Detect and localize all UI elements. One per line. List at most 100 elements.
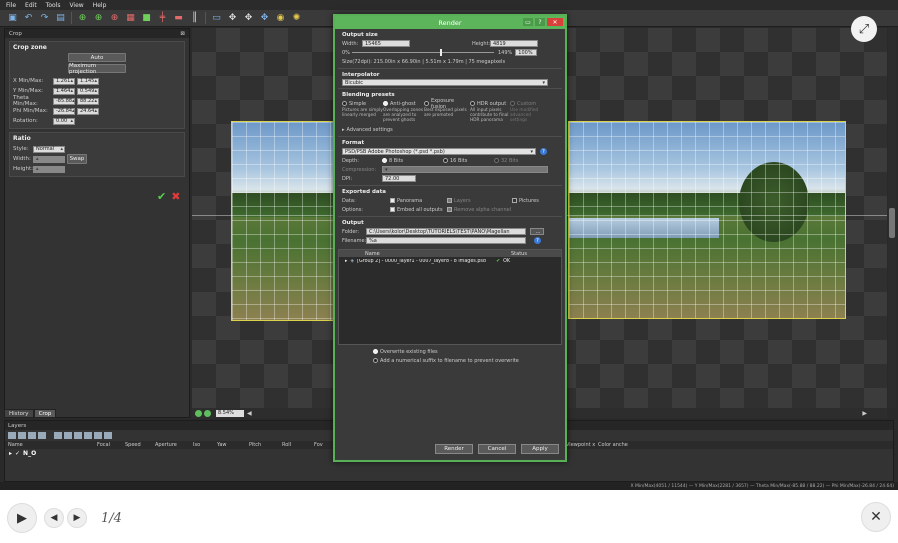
dpi-input[interactable]: 72.00 bbox=[382, 175, 416, 182]
expand-icon[interactable]: ⤢ bbox=[851, 16, 877, 42]
layer-tool-icon[interactable] bbox=[64, 432, 72, 439]
apply-button[interactable]: Apply bbox=[521, 444, 559, 454]
close-button[interactable]: ✕ bbox=[861, 502, 891, 532]
optimize-icon[interactable]: ⊕ bbox=[92, 12, 105, 24]
crop-icon[interactable]: ■ bbox=[140, 12, 153, 24]
col-output-name[interactable]: Name bbox=[365, 251, 511, 257]
interpolator-select[interactable]: Bicubic bbox=[342, 79, 548, 86]
swap-button[interactable]: Swap bbox=[67, 154, 87, 164]
filename-input[interactable]: %a bbox=[366, 237, 526, 244]
apply-check-icon[interactable]: ✔ bbox=[157, 190, 166, 203]
next-button[interactable]: ▶ bbox=[67, 508, 87, 528]
layers-checkbox[interactable] bbox=[447, 198, 452, 203]
scroll-thumb[interactable] bbox=[889, 208, 895, 238]
visible-check-icon[interactable]: ✓ bbox=[15, 450, 20, 457]
col-roll[interactable]: Roll bbox=[282, 442, 314, 448]
x-max-input[interactable]: 1.145 bbox=[77, 77, 99, 85]
advanced-settings-toggle[interactable]: ▸ Advanced settings bbox=[342, 125, 559, 134]
cancel-button[interactable]: Cancel bbox=[478, 444, 516, 454]
col-iso[interactable]: Iso bbox=[193, 442, 217, 448]
menu-view[interactable]: View bbox=[69, 2, 83, 9]
dialog-restore-icon[interactable]: ▭ bbox=[523, 18, 533, 26]
blend-option-custom[interactable]: Custom Use modified advanced settings bbox=[510, 99, 548, 123]
move-icon[interactable]: ✥ bbox=[226, 12, 239, 24]
expand-arrow-icon[interactable]: ▸ bbox=[9, 450, 12, 457]
vertical-lines-icon[interactable]: ▬ bbox=[172, 12, 185, 24]
scroll-right-icon[interactable]: ▶ bbox=[862, 410, 887, 417]
layer-tool-icon[interactable] bbox=[84, 432, 92, 439]
ratio-height-input[interactable] bbox=[33, 165, 65, 173]
layer-tool-icon[interactable] bbox=[54, 432, 62, 439]
link-points-icon[interactable]: ⊕ bbox=[108, 12, 121, 24]
panel-close-icon[interactable]: ⊠ bbox=[180, 31, 185, 37]
output-item[interactable]: ▸ ◈ [Group 2] - 0000_layer1 - 0007_layer… bbox=[339, 257, 561, 266]
zoom-icon[interactable] bbox=[204, 409, 211, 417]
dialog-close-icon[interactable]: ✕ bbox=[547, 18, 563, 26]
projection-icon[interactable]: ✥ bbox=[258, 12, 271, 24]
column-icon[interactable]: ║ bbox=[188, 12, 201, 24]
col-speed[interactable]: Speed bbox=[125, 442, 155, 448]
previous-button[interactable]: ◀ bbox=[44, 508, 64, 528]
mask-icon[interactable]: ▦ bbox=[124, 12, 137, 24]
theta-max-input[interactable]: 88.22 bbox=[77, 97, 99, 105]
play-button[interactable]: ▶ bbox=[7, 503, 37, 533]
viewer-icon[interactable]: ▭ bbox=[210, 12, 223, 24]
col-aperture[interactable]: Aperture bbox=[155, 442, 193, 448]
layer-tool-icon[interactable] bbox=[28, 432, 36, 439]
phi-max-input[interactable]: 24.64 bbox=[77, 107, 99, 115]
col-viewpoint[interactable]: Viewpoint x bbox=[566, 442, 598, 448]
rotate-icon[interactable]: ✥ bbox=[242, 12, 255, 24]
undo-icon[interactable]: ↶ bbox=[22, 12, 35, 24]
layer-tool-icon[interactable] bbox=[38, 432, 46, 439]
col-name[interactable]: Name bbox=[5, 442, 97, 448]
folder-input[interactable]: C:\Users\kolor\Desktop\TUTORIELS\TEST\PA… bbox=[366, 228, 526, 235]
layer-tool-icon[interactable] bbox=[104, 432, 112, 439]
maximum-projection-button[interactable]: Maximum projection bbox=[68, 63, 126, 75]
radio-hdr[interactable] bbox=[470, 101, 475, 106]
fit-view-icon[interactable] bbox=[195, 409, 202, 417]
auto-icon[interactable]: ◉ bbox=[274, 12, 287, 24]
color-icon[interactable]: ✺ bbox=[290, 12, 303, 24]
layer-tool-icon[interactable] bbox=[18, 432, 26, 439]
canvas-vertical-scrollbar[interactable] bbox=[888, 28, 896, 408]
x-min-input[interactable]: 1.261 bbox=[53, 77, 75, 85]
redo-icon[interactable]: ↷ bbox=[38, 12, 51, 24]
menu-help[interactable]: Help bbox=[93, 2, 107, 9]
col-focal[interactable]: Focal bbox=[97, 442, 125, 448]
scale-slider[interactable] bbox=[352, 49, 494, 56]
expand-arrow-icon[interactable]: ▸ bbox=[345, 259, 347, 264]
scale-slider-handle[interactable] bbox=[440, 49, 442, 56]
phi-min-input[interactable]: -26.84 bbox=[53, 107, 75, 115]
blend-option-antighost[interactable]: Anti-ghost Overlapping zones are analyze… bbox=[383, 99, 424, 123]
ratio-width-input[interactable] bbox=[33, 155, 65, 163]
radio-antighost[interactable] bbox=[383, 101, 388, 106]
col-yaw[interactable]: Yaw bbox=[217, 442, 249, 448]
layer-tool-icon[interactable] bbox=[94, 432, 102, 439]
render-button[interactable]: Render bbox=[435, 444, 473, 454]
remove-alpha-checkbox[interactable] bbox=[447, 207, 452, 212]
open-project-icon[interactable]: ▣ bbox=[6, 12, 19, 24]
radio-overwrite[interactable] bbox=[373, 349, 378, 354]
output-height-input[interactable]: 4819 bbox=[490, 40, 538, 47]
radio-suffix[interactable] bbox=[373, 358, 378, 363]
radio-8bits[interactable] bbox=[382, 158, 387, 163]
col-output-status[interactable]: Status bbox=[511, 251, 527, 257]
radio-custom[interactable] bbox=[510, 101, 515, 106]
layer-tool-icon[interactable] bbox=[74, 432, 82, 439]
col-color-anchor[interactable]: Color anche bbox=[598, 442, 628, 448]
pictures-checkbox[interactable] bbox=[512, 198, 517, 203]
control-points-icon[interactable]: ⊕ bbox=[76, 12, 89, 24]
embed-checkbox[interactable] bbox=[390, 207, 395, 212]
format-help-icon[interactable]: ? bbox=[540, 148, 547, 155]
compression-select[interactable] bbox=[382, 166, 548, 173]
radio-16bits[interactable] bbox=[443, 158, 448, 163]
histogram-icon[interactable]: ▤ bbox=[54, 12, 67, 24]
scale-percent-input[interactable]: 100% bbox=[515, 49, 538, 56]
radio-exposure[interactable] bbox=[424, 101, 429, 106]
dialog-help-icon[interactable]: ? bbox=[535, 18, 545, 26]
style-select[interactable]: Normal bbox=[33, 145, 65, 153]
menu-file[interactable]: File bbox=[6, 2, 16, 9]
menu-tools[interactable]: Tools bbox=[46, 2, 61, 9]
tab-crop[interactable]: Crop bbox=[33, 409, 57, 418]
format-select[interactable]: PSD/PSB Adobe Photoshop (*.psd *.psb) bbox=[342, 148, 536, 155]
